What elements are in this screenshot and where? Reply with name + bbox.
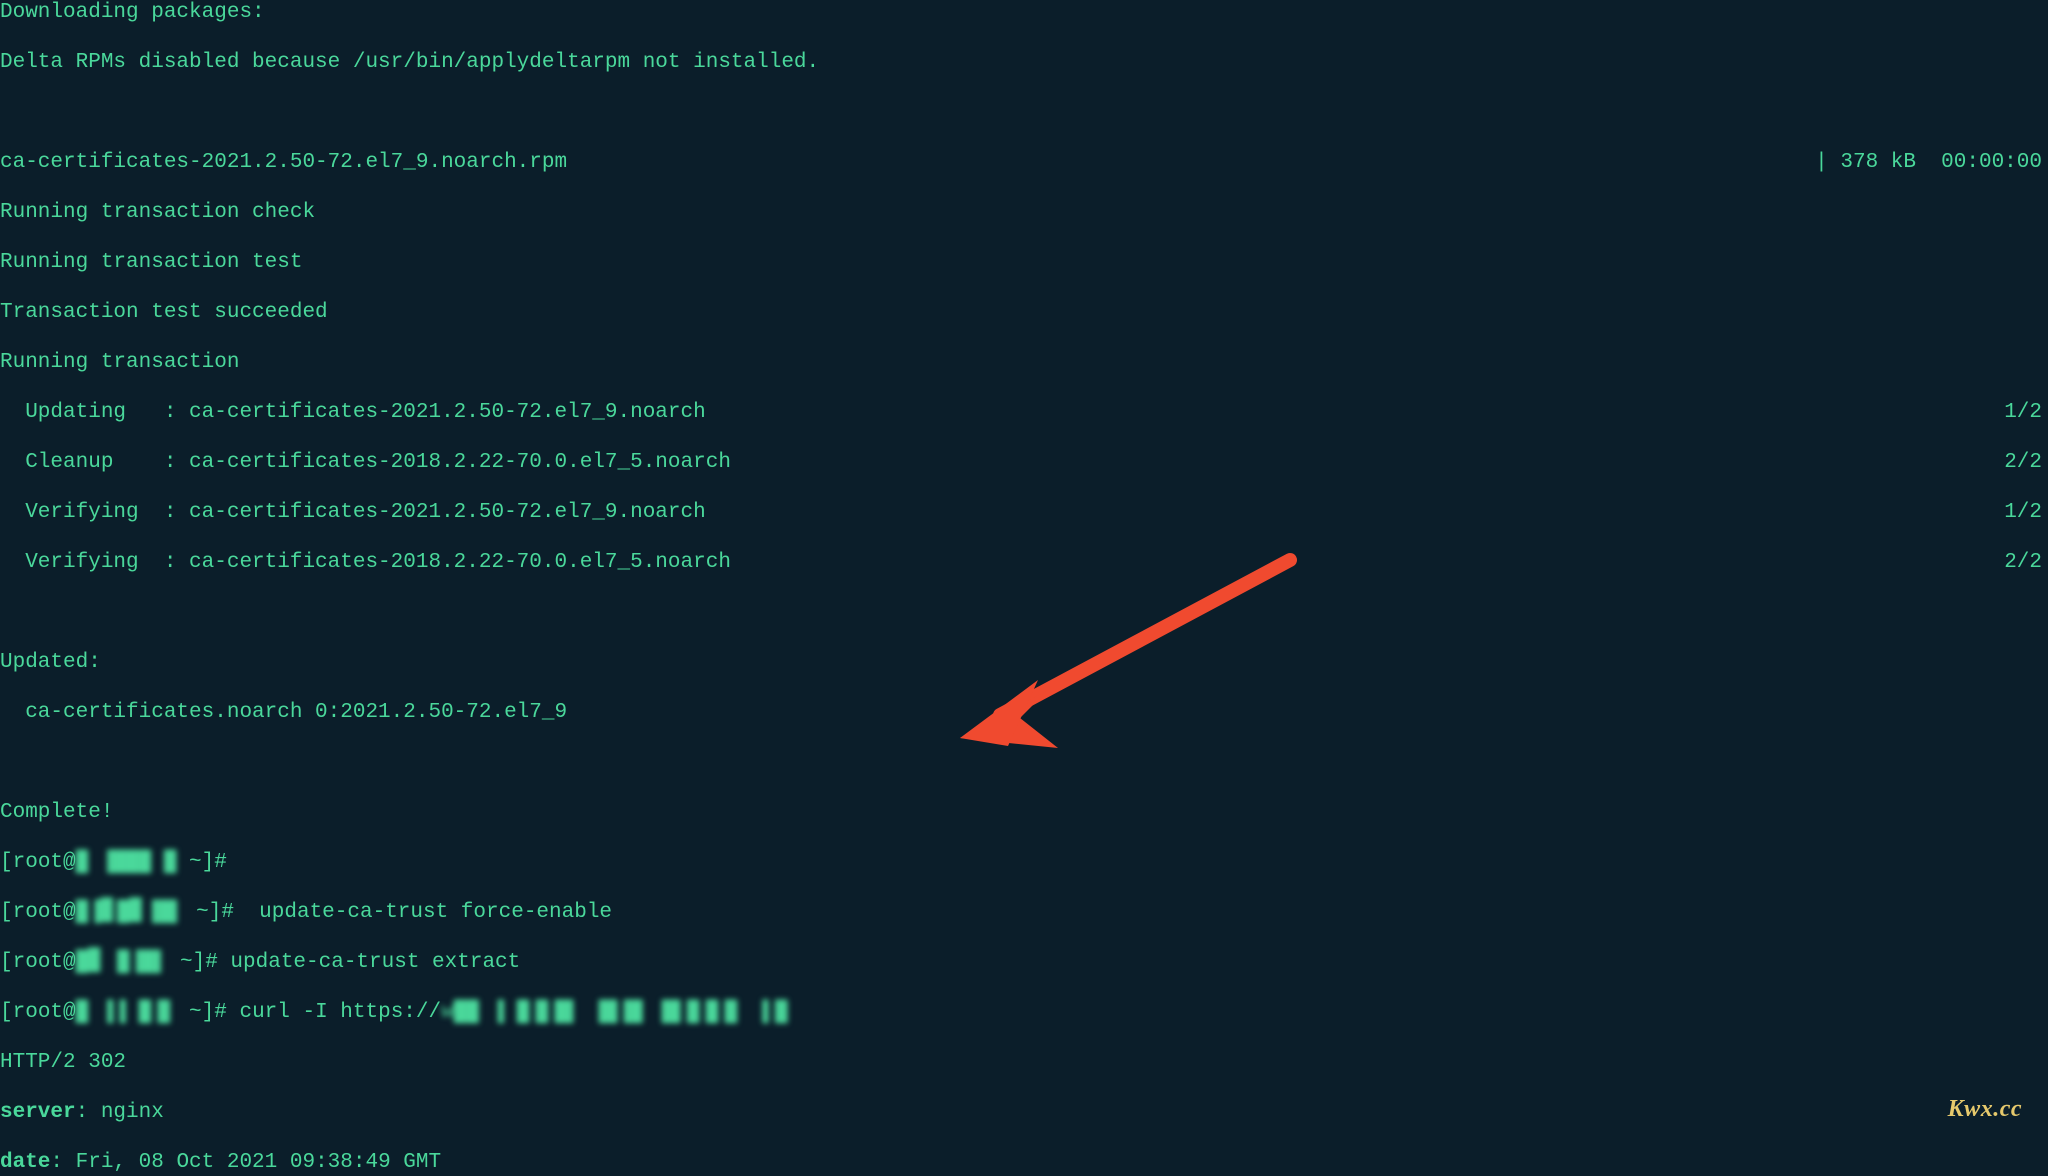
http-header-line: server: nginx — [0, 1100, 2048, 1125]
http-status-line: HTTP/2 302 — [0, 1050, 2048, 1075]
watermark-text: Kwx.cc — [1948, 1097, 2022, 1122]
prompt-line: [root@█ ▐▐ █▐▌ ~]# curl -I https://w██ ▐… — [0, 1000, 2048, 1025]
output-line: ca-certificates.noarch 0:2021.2.50-72.el… — [0, 700, 2048, 725]
redacted-host: █ ▐███ █ — [76, 850, 177, 875]
output-line — [0, 600, 2048, 625]
terminal-window[interactable]: Downloading packages: Delta RPMs disable… — [0, 0, 2048, 1176]
output-line: ca-certificates-2021.2.50-72.el7_9.noarc… — [0, 150, 2048, 175]
shell-command: update-ca-trust force-enable — [234, 901, 612, 924]
output-line: Transaction test succeeded — [0, 300, 2048, 325]
output-line — [0, 750, 2048, 775]
shell-command: curl -I https://w██ ▐ █▐▌█▌ ▐█▐█ ▐█▐▌█▐▌… — [227, 1001, 794, 1024]
output-line: Complete! — [0, 800, 2048, 825]
terminal-output: Downloading packages: Delta RPMs disable… — [0, 0, 2048, 1176]
redacted-host: █ ▐▐ █▐▌ — [76, 1000, 177, 1025]
output-line: Updating : ca-certificates-2021.2.50-72.… — [0, 400, 2048, 425]
output-line: Running transaction test — [0, 250, 2048, 275]
output-line: Delta RPMs disabled because /usr/bin/app… — [0, 50, 2048, 75]
prompt-line: [root@█▐▊█▊▐█▌ ~]# update-ca-trust force… — [0, 900, 2048, 925]
output-line: Verifying : ca-certificates-2018.2.22-70… — [0, 550, 2048, 575]
progress-counter: 1/2 — [2004, 500, 2042, 525]
http-header-line: date: Fri, 08 Oct 2021 09:38:49 GMT — [0, 1150, 2048, 1175]
output-line: Cleanup : ca-certificates-2018.2.22-70.0… — [0, 450, 2048, 475]
prompt-line: [root@█▊ █▐█▌ ~]# update-ca-trust extrac… — [0, 950, 2048, 975]
download-rate: | 378 kB 00:00:00 — [1815, 150, 2042, 175]
output-line — [0, 100, 2048, 125]
redacted-host: █▐▊█▊▐█▌ — [76, 900, 184, 925]
redacted-host: █▊ █▐█▌ — [76, 950, 168, 975]
output-line: Running transaction — [0, 350, 2048, 375]
output-line: Running transaction check — [0, 200, 2048, 225]
progress-counter: 1/2 — [2004, 400, 2042, 425]
shell-command: update-ca-trust extract — [218, 951, 520, 974]
output-line: Verifying : ca-certificates-2021.2.50-72… — [0, 500, 2048, 525]
output-line: Updated: — [0, 650, 2048, 675]
redacted-url: w██ ▐ █▐▌█▌ ▐█▐█ ▐█▐▌█▐▌ ▐▐▌ — [441, 1000, 794, 1025]
progress-counter: 2/2 — [2004, 550, 2042, 575]
progress-counter: 2/2 — [2004, 450, 2042, 475]
prompt-line: [root@█ ▐███ █ ~]# — [0, 850, 2048, 875]
output-line: Downloading packages: — [0, 0, 2048, 25]
